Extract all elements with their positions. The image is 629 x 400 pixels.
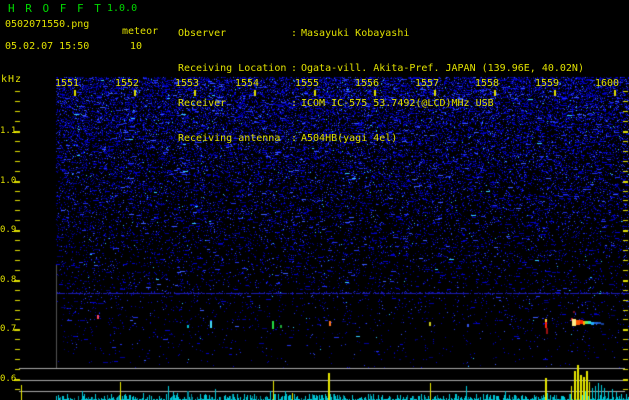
- observation-mode: meteor: [122, 26, 159, 37]
- freq-label: 0.7: [0, 324, 17, 334]
- freq-label: 0.6: [0, 374, 17, 384]
- info-value: A504HB(yagi 4el): [301, 132, 398, 144]
- echo-count: 10: [130, 41, 143, 52]
- info-value: Ogata-vill. Akita-Pref. JAPAN (139.96E, …: [301, 62, 584, 74]
- info-label: Receiving Location: [178, 62, 287, 74]
- freq-label: 0.9: [0, 225, 17, 235]
- info-separator: :: [291, 28, 298, 40]
- khz-unit-label: kHz: [1, 74, 23, 85]
- info-value: Masayuki Kobayashi: [301, 28, 410, 40]
- capture-datetime: 05.02.07 15:50: [5, 41, 90, 52]
- time-label: 1553: [175, 78, 200, 89]
- info-separator: :: [291, 97, 298, 109]
- info-row-antenna: Receiving antenna: A504HB(yagi 4el): [178, 133, 584, 145]
- capture-filename: 0502071550.png: [5, 19, 90, 30]
- info-row-location: Receiving Location: Ogata-vill. Akita-Pre…: [178, 63, 584, 75]
- time-label: 1600: [595, 78, 620, 89]
- app-title: H R O F F T: [8, 2, 103, 15]
- info-value: ICOM IC-575 53.7492(@LCD)MHz USB: [301, 97, 494, 109]
- freq-label: 1.0: [0, 176, 17, 186]
- info-row-receiver: Receiver: ICOM IC-575 53.7492(@LCD)MHz US…: [178, 98, 584, 110]
- time-label: 1554: [235, 78, 260, 89]
- info-row-observer: Observer: Masayuki Kobayashi: [178, 28, 584, 40]
- info-label: Receiver: [178, 97, 227, 109]
- time-label: 1552: [115, 78, 140, 89]
- info-separator: :: [291, 62, 298, 74]
- freq-label: 0.8: [0, 275, 17, 285]
- time-label: 1559: [535, 78, 560, 89]
- info-label: Observer: [178, 28, 227, 40]
- time-label: 1551: [55, 78, 80, 89]
- time-label: 1558: [475, 78, 500, 89]
- hrofft-screen: H R O F F T 1.0.0 0502071550.png meteor …: [0, 0, 629, 400]
- info-label: Receiving antenna: [178, 132, 281, 144]
- time-label: 1555: [295, 78, 320, 89]
- freq-label: 1.1: [0, 126, 17, 136]
- info-separator: :: [291, 132, 298, 144]
- time-label: 1557: [415, 78, 440, 89]
- time-label: 1556: [355, 78, 380, 89]
- app-version: 1.0.0: [107, 3, 138, 14]
